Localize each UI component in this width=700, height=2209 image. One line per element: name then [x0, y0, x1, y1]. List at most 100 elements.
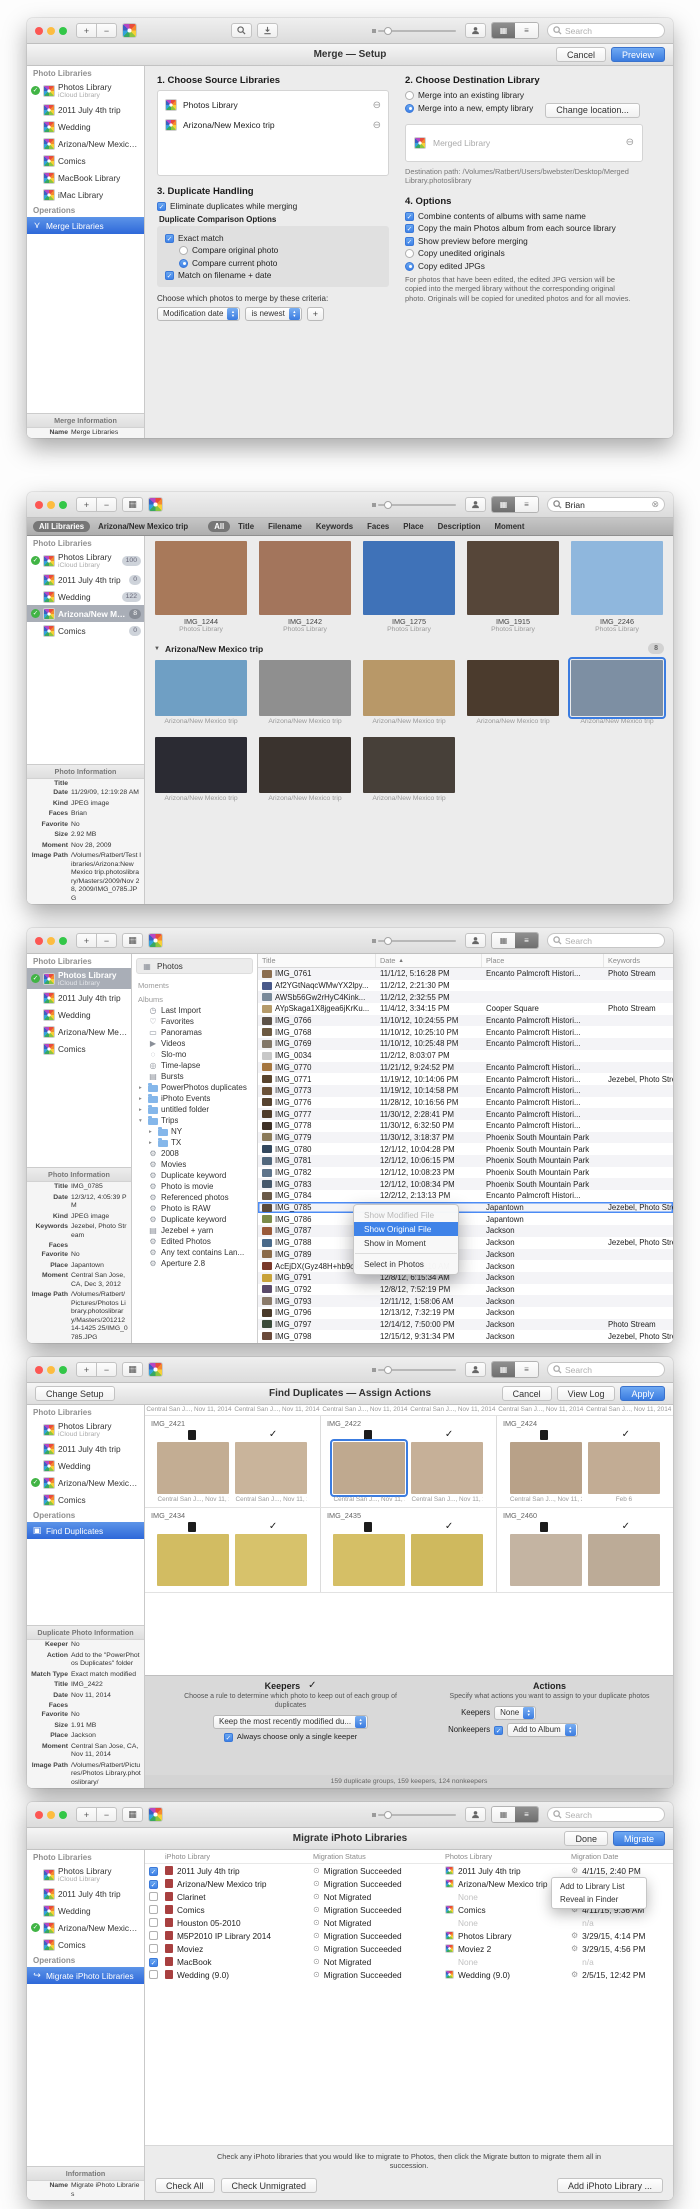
- disclosure-triangle-icon[interactable]: ▾: [139, 1118, 145, 1124]
- duplicate-group[interactable]: IMG_2435 ✓: [321, 1508, 497, 1592]
- list-view-button[interactable]: ≡: [515, 497, 538, 512]
- album-item[interactable]: ⚙ Any text contains Lan...: [132, 1247, 257, 1258]
- list-view-button[interactable]: ≡: [515, 1807, 538, 1822]
- keepers-action-dropdown[interactable]: None: [494, 1706, 536, 1720]
- sidebar-item-library[interactable]: Photos LibraryiCloud Library: [27, 1419, 144, 1440]
- album-item[interactable]: ⚙ Photo is RAW: [132, 1203, 257, 1214]
- search-input[interactable]: Search: [565, 26, 659, 36]
- search-scope-tab[interactable]: All: [208, 521, 230, 532]
- album-item[interactable]: ▸ NY: [132, 1126, 257, 1137]
- migrate-checkbox[interactable]: [149, 1867, 158, 1876]
- menu-item-reveal-in-finder[interactable]: Reveal in Finder: [552, 1893, 646, 1906]
- sidebar-item-library[interactable]: 2011 July 4th trip 0: [27, 571, 144, 588]
- view-log-button[interactable]: View Log: [557, 1386, 616, 1401]
- table-row[interactable]: IMG_0779 11/30/12, 3:18:37 PM Phoenix So…: [258, 1132, 673, 1144]
- keeper-photo-thumbnail[interactable]: [588, 1534, 660, 1586]
- table-row[interactable]: IMG_0771 11/19/12, 10:14:06 PM Encanto P…: [258, 1073, 673, 1085]
- nonkeepers-action-dropdown[interactable]: Add to Album: [507, 1723, 578, 1737]
- gear-icon[interactable]: ⚙: [571, 1970, 578, 1979]
- table-row[interactable]: IMG_0781 12/1/12, 10:06:15 PM Phoenix So…: [258, 1155, 673, 1167]
- search-input[interactable]: Search: [565, 936, 659, 946]
- table-row[interactable]: IMG_0776 11/28/12, 10:16:56 PM Encanto P…: [258, 1097, 673, 1109]
- criteria-field-dropdown[interactable]: Modification date: [157, 307, 240, 321]
- context-menu-item[interactable]: Select in Photos: [354, 1257, 458, 1271]
- keeper-photo-thumbnail[interactable]: [411, 1442, 483, 1494]
- add-library-button[interactable]: +: [76, 23, 97, 38]
- table-row[interactable]: IMG_0770 11/21/12, 9:24:52 PM Encanto Pa…: [258, 1062, 673, 1074]
- library-filter-tab[interactable]: Arizona/New Mexico trip: [92, 521, 194, 532]
- column-header-iphoto-library[interactable]: iPhoto Library: [165, 1852, 313, 1861]
- disclosure-triangle-icon[interactable]: ▸: [149, 1129, 155, 1135]
- list-view-button[interactable]: ≡: [515, 933, 538, 948]
- minimize-button[interactable]: [47, 27, 55, 35]
- add-iphoto-library-button[interactable]: Add iPhoto Library ...: [557, 2178, 663, 2193]
- album-item[interactable]: ⚙ Duplicate keyword: [132, 1170, 257, 1181]
- sidebar-item-library[interactable]: Wedding: [27, 1457, 144, 1474]
- sidebar-item-find-duplicates[interactable]: ▣ Find Duplicates: [27, 1522, 144, 1539]
- table-row[interactable]: AcEjDX(Gyz48H+hb9ova... 12/8/12, 5:38:10…: [258, 1260, 673, 1272]
- migrate-checkbox[interactable]: [149, 1918, 158, 1927]
- faces-filter-button[interactable]: [465, 497, 486, 512]
- migration-row[interactable]: Wedding (9.0) ⊙Migration Succeeded Weddi…: [145, 1968, 673, 1981]
- column-header-place[interactable]: Place: [482, 954, 604, 967]
- duplicate-group[interactable]: IMG_2460 ✓: [497, 1508, 673, 1592]
- option-checkbox[interactable]: [405, 212, 414, 221]
- photos-root-item[interactable]: ▦Photos: [136, 958, 253, 974]
- done-button[interactable]: Done: [564, 1831, 608, 1846]
- sidebar-item-library[interactable]: Comics: [27, 1491, 144, 1508]
- compare-original-radio[interactable]: [179, 246, 188, 255]
- copy-unedited-radio[interactable]: [405, 249, 414, 258]
- search-input[interactable]: Search: [565, 1810, 659, 1820]
- sidebar-item-library[interactable]: Wedding: [27, 1006, 131, 1023]
- migrate-checkbox[interactable]: [149, 1944, 158, 1953]
- grid-view-button[interactable]: ▦: [492, 1362, 515, 1377]
- gear-icon[interactable]: ⚙: [571, 1931, 578, 1940]
- change-setup-button[interactable]: Change Setup: [35, 1386, 115, 1401]
- photo-cell[interactable]: Arizona/New Mexico trip: [464, 660, 562, 725]
- context-menu-item[interactable]: [355, 1253, 457, 1254]
- faces-filter-button[interactable]: [465, 23, 486, 38]
- table-row[interactable]: IMG_0766 11/10/12, 10:24:55 PM Encanto P…: [258, 1015, 673, 1027]
- table-row[interactable]: IMG_0784 12/2/12, 2:13:13 PM Encanto Pal…: [258, 1190, 673, 1202]
- photo-thumbnail[interactable]: [363, 737, 455, 793]
- album-item[interactable]: ▸ untitled folder: [132, 1104, 257, 1115]
- photo-cell[interactable]: IMG_1242 Photos Library: [256, 541, 354, 633]
- duplicate-photo-thumbnail[interactable]: [157, 1442, 229, 1494]
- table-row[interactable]: IMG_0783 12/1/12, 10:08:34 PM Phoenix So…: [258, 1178, 673, 1190]
- add-library-button[interactable]: +: [76, 1807, 97, 1822]
- album-item[interactable]: ⚙ 2008: [132, 1148, 257, 1159]
- option-checkbox[interactable]: [405, 237, 414, 246]
- table-row[interactable]: IMG_0034 11/2/12, 8:03:07 PM: [258, 1050, 673, 1062]
- sidebar-item-library[interactable]: Photos LibraryiCloud Library: [27, 1864, 144, 1885]
- search-field[interactable]: Search: [547, 933, 665, 948]
- duplicate-group[interactable]: IMG_2421 ✓ Central San J..., Nov 11, 201…: [145, 1416, 321, 1507]
- photo-thumbnail[interactable]: [571, 541, 663, 615]
- library-browser-button[interactable]: ▦: [122, 1807, 143, 1822]
- slider-knob[interactable]: [384, 937, 392, 945]
- thumbnail-size-slider[interactable]: [372, 29, 458, 33]
- photo-cell[interactable]: IMG_2246 Photos Library: [568, 541, 666, 633]
- table-row[interactable]: IMG_0798 12/15/12, 9:31:34 PM Jackson Je…: [258, 1330, 673, 1342]
- faces-filter-button[interactable]: [465, 1807, 486, 1822]
- duplicate-photo-thumbnail[interactable]: [157, 1534, 229, 1586]
- search-scope-tab[interactable]: Moment: [489, 521, 531, 532]
- sidebar-item-library[interactable]: Comics: [27, 1040, 131, 1057]
- sidebar-item-library[interactable]: iMac Library: [27, 186, 144, 203]
- photo-cell[interactable]: Arizona/New Mexico trip: [152, 737, 250, 802]
- disclosure-triangle-icon[interactable]: ▼: [154, 646, 160, 652]
- zoom-window-button[interactable]: [59, 1811, 67, 1819]
- duplicate-group[interactable]: IMG_2422 ✓ Central San J..., Nov 11, 201…: [321, 1416, 497, 1507]
- zoom-window-button[interactable]: [59, 1366, 67, 1374]
- context-menu-item[interactable]: Show Original File: [354, 1222, 458, 1236]
- gear-icon[interactable]: ⚙: [571, 1866, 578, 1875]
- sidebar-item-library[interactable]: 2011 July 4th trip: [27, 989, 131, 1006]
- sidebar-item-library[interactable]: Wedding 122: [27, 588, 144, 605]
- album-item[interactable]: ▸ TX: [132, 1137, 257, 1148]
- photo-cell[interactable]: Arizona/New Mexico trip: [360, 660, 458, 725]
- search-scope-tab[interactable]: Title: [232, 521, 260, 532]
- table-row[interactable]: IMG_0782 12/1/12, 10:08:23 PM Phoenix So…: [258, 1167, 673, 1179]
- table-row[interactable]: IMG_0768 11/10/12, 10:25:10 PM Encanto P…: [258, 1026, 673, 1038]
- album-item[interactable]: ▭ Panoramas: [132, 1027, 257, 1038]
- remove-library-button[interactable]: −: [96, 497, 117, 512]
- duplicate-photo-thumbnail[interactable]: [333, 1534, 405, 1586]
